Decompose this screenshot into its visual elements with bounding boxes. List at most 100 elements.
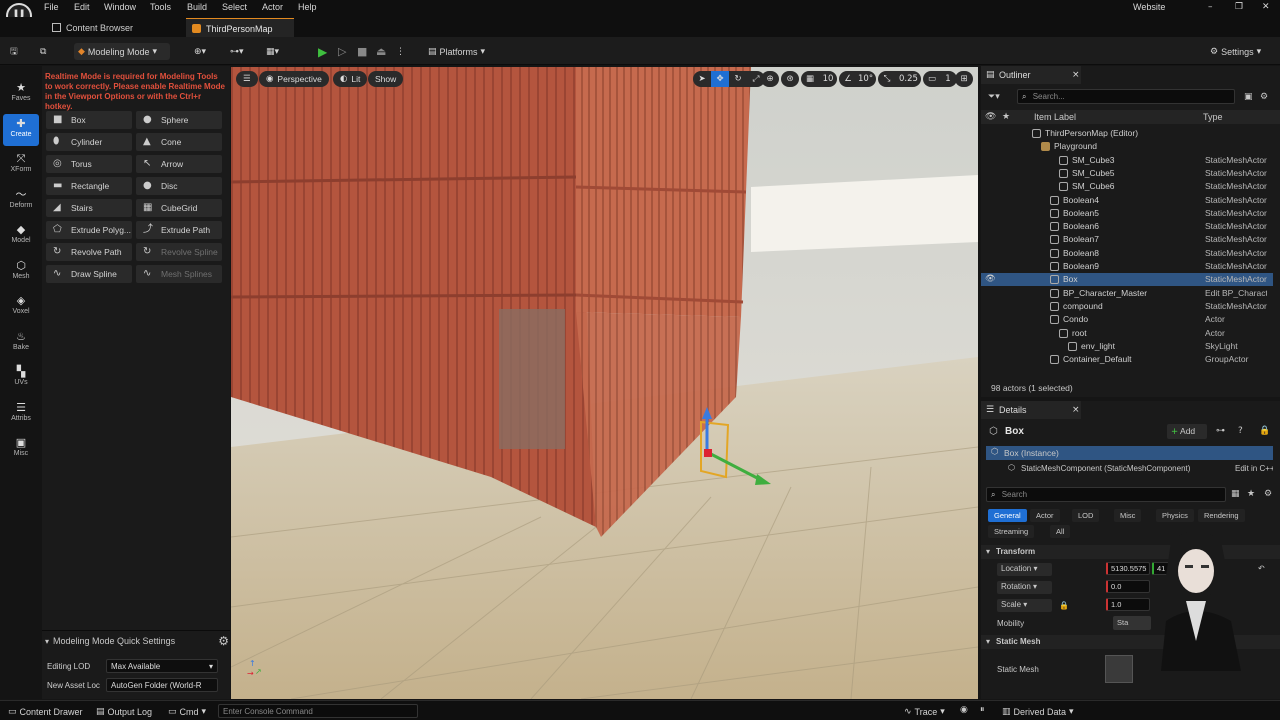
static-mesh-component-row[interactable]: ⬡ StaticMeshComponent (StaticMeshCompone… [986, 462, 1273, 476]
visibility-icon[interactable]: 👁 [985, 274, 996, 284]
outliner-row[interactable]: Boolean5 StaticMeshActor [981, 207, 1273, 220]
menu-select[interactable]: Select [222, 2, 247, 12]
rotation-dropdown[interactable]: Rotation ▾ [997, 581, 1052, 594]
mode-uvs[interactable]: ▚ UVs [3, 362, 39, 394]
mode-deform[interactable]: 〜 Deform [3, 185, 39, 217]
maximize-viewport-icon[interactable]: ⊞ [955, 71, 973, 87]
star-icon[interactable]: ★ [1247, 489, 1255, 499]
filter-tab-streaming[interactable]: Streaming [988, 525, 1035, 538]
eject-icon[interactable]: ⏏ [372, 43, 390, 60]
mode-misc[interactable]: ▣ Misc [3, 433, 39, 465]
platforms-button[interactable]: ▤ Platforms ▾ [424, 43, 489, 60]
outliner-search-input[interactable]: ⌕ Search... [1017, 89, 1235, 104]
blueprint-icon[interactable]: ⊶ [1216, 426, 1225, 436]
editing-lod-select[interactable]: Max Available ▾ [106, 659, 218, 673]
select-tool-icon[interactable]: ➤ [693, 71, 711, 87]
save-icon[interactable]: 🖫 [6, 43, 22, 60]
mode-faves[interactable]: ★ Faves [3, 78, 39, 110]
pause-icon[interactable]: ⏸ [980, 705, 985, 715]
outliner-row[interactable]: Condo Actor [981, 313, 1273, 326]
rotation-snap-value[interactable]: 10° [855, 71, 877, 87]
outliner-row[interactable]: Boolean6 StaticMeshActor [981, 220, 1273, 233]
outliner-row[interactable]: ThirdPersonMap (Editor) [981, 127, 1273, 140]
filter-tab-lod[interactable]: LOD [1072, 509, 1100, 522]
viewport-menu-button[interactable]: ☰ [236, 71, 258, 87]
details-tab[interactable]: ☰ Details × [981, 401, 1081, 419]
scale-snap-icon[interactable]: ⤡ [878, 71, 896, 87]
edit-cpp-link[interactable]: Edit in C++ [1232, 464, 1273, 473]
mode-voxel[interactable]: ◈ Voxel [3, 291, 39, 323]
filter-icon[interactable]: ⏷▾ [988, 92, 1000, 102]
trace-button[interactable]: ∿ Trace ▾ [900, 703, 949, 720]
outliner-tab[interactable]: ▤ Outliner × [981, 66, 1081, 84]
derived-data-button[interactable]: ▥ Derived Data ▾ [998, 703, 1078, 720]
menu-file[interactable]: File [44, 2, 59, 12]
tool-stairs[interactable]: ◢ Stairs [46, 199, 132, 217]
mode-xform[interactable]: ⤧ XForm [3, 149, 39, 181]
settings-button[interactable]: ⚙ Settings ▾ [1206, 43, 1265, 60]
show-button[interactable]: Show [368, 71, 404, 87]
tab-third-person-map[interactable]: ThirdPersonMap [186, 18, 294, 37]
outliner-row[interactable]: Boolean8 StaticMeshActor [981, 247, 1273, 260]
minimize-icon[interactable]: – [1208, 2, 1213, 12]
scale-snap-value[interactable]: 0.25 [896, 71, 921, 87]
tool-cone[interactable]: ▲ Cone [136, 133, 222, 151]
tool-extrude-polyg[interactable]: ⬠ Extrude Polyg... [46, 221, 132, 239]
maximize-icon[interactable]: ❐ [1235, 2, 1243, 12]
outliner-row[interactable]: Boolean7 StaticMeshActor [981, 233, 1273, 246]
step-icon[interactable]: ▷ [334, 43, 350, 60]
tool-extrude-path[interactable]: ⤴ Extrude Path [136, 221, 222, 239]
outliner-row[interactable]: compound StaticMeshActor [981, 300, 1273, 313]
mode-bake[interactable]: ♨ Bake [3, 327, 39, 359]
menu-build[interactable]: Build [187, 2, 207, 12]
menu-window[interactable]: Window [104, 2, 136, 12]
mode-model[interactable]: ◆ Model [3, 220, 39, 252]
surface-snap-icon[interactable]: ⊛ [781, 71, 799, 87]
cinematics-icon[interactable]: ▦▾ [262, 43, 283, 60]
outliner-row[interactable]: Boolean9 StaticMeshActor [981, 260, 1273, 273]
gear-icon[interactable]: ⚙ [1260, 92, 1268, 102]
type-column[interactable]: Type [1203, 112, 1223, 122]
close-tab-icon[interactable]: × [1072, 405, 1080, 415]
outliner-row[interactable]: SM_Cube6 StaticMeshActor [981, 180, 1273, 193]
console-command-input[interactable]: Enter Console Command [218, 704, 418, 718]
mode-create[interactable]: ✚ Create [3, 113, 39, 146]
world-space-icon[interactable]: ⊕ [761, 71, 779, 87]
location-dropdown[interactable]: Location ▾ [997, 563, 1052, 576]
star-icon[interactable]: ★ [1002, 112, 1010, 122]
new-asset-location-select[interactable]: AutoGen Folder (World-R [106, 678, 218, 692]
help-icon[interactable]: ? [1238, 426, 1243, 436]
outliner-row[interactable]: Box StaticMeshActor 👁 [981, 273, 1273, 287]
outliner-row[interactable]: Playground [981, 140, 1273, 153]
tool-mesh-splines[interactable]: ∿ Mesh Splines [136, 265, 222, 283]
grid-snap-value[interactable]: 10 [819, 71, 837, 87]
details-search-input[interactable]: ⌕ Search [986, 487, 1226, 502]
tool-sphere[interactable]: ● Sphere [136, 111, 222, 129]
gear-icon[interactable]: ⚙ [1264, 489, 1272, 499]
tool-box[interactable]: ■ Box [46, 111, 132, 129]
tool-rectangle[interactable]: ▬ Rectangle [46, 177, 132, 195]
scale-dropdown[interactable]: Scale ▾ [997, 599, 1052, 612]
tool-revolve-spline[interactable]: ↻ Revolve Spline [136, 243, 222, 261]
filter-tab-misc[interactable]: Misc [1114, 509, 1142, 522]
new-folder-icon[interactable]: ▣ [1244, 92, 1253, 102]
filter-tab-all[interactable]: All [1050, 525, 1071, 538]
record-icon[interactable]: ◉ [960, 705, 968, 715]
outliner-row[interactable]: SM_Cube5 StaticMeshActor [981, 167, 1273, 180]
grid-view-icon[interactable]: ▦ [1231, 489, 1240, 499]
menu-tools[interactable]: Tools [150, 2, 171, 12]
content-icon[interactable]: ⧉ [36, 43, 50, 60]
menu-edit[interactable]: Edit [74, 2, 90, 12]
tab-content-browser[interactable]: Content Browser [46, 18, 182, 37]
tool-cubegrid[interactable]: ▦ CubeGrid [136, 199, 222, 217]
menu-actor[interactable]: Actor [262, 2, 283, 12]
outliner-row[interactable]: BP_Character_Master Edit BP_Charact [981, 287, 1273, 300]
add-actor-icon[interactable]: ⊕▾ [190, 43, 210, 60]
outliner-row[interactable]: Boolean4 StaticMeshActor [981, 194, 1273, 207]
tool-disc[interactable]: ● Disc [136, 177, 222, 195]
outliner-row[interactable]: env_light SkyLight [981, 340, 1273, 353]
static-mesh-thumbnail[interactable] [1105, 655, 1133, 683]
gear-icon[interactable]: ⚙ [218, 634, 229, 648]
lit-button[interactable]: ◐ Lit [333, 71, 368, 87]
play-icon[interactable]: ▶ [314, 43, 331, 60]
